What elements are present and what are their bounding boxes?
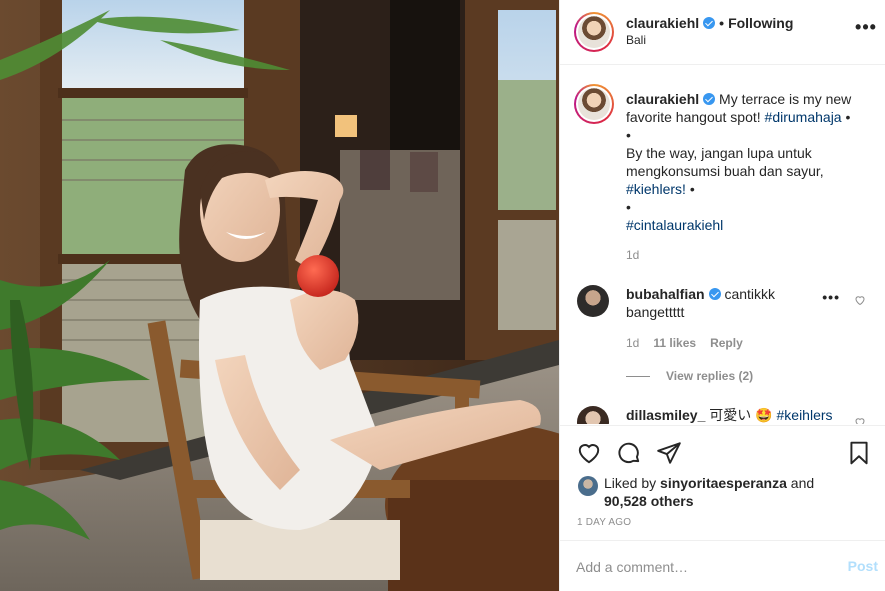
caption-text-1: My terrace is my new — [719, 91, 852, 107]
comment-input[interactable] — [576, 557, 826, 577]
comment-body-2: bangettttt — [626, 304, 685, 320]
verified-badge-icon — [708, 288, 721, 300]
comment-body: 可愛い — [709, 407, 752, 423]
comment-meta: 1d 11 likes Reply — [626, 336, 757, 350]
photo-illustration — [0, 0, 559, 591]
comment-time[interactable]: 1d — [626, 336, 639, 350]
likes-count[interactable]: 90,528 others — [604, 493, 694, 509]
hashtag-link[interactable]: #cintalaurakiehl — [626, 216, 866, 234]
liker-avatar[interactable] — [578, 476, 598, 496]
post-side-panel: claurakiehl • Following Bali ••• claurakie… — [559, 0, 885, 591]
hashtag-link[interactable]: #kiehlers! — [626, 181, 686, 197]
commenter-username[interactable]: bubahalfian — [626, 286, 705, 302]
caption-bullet-line: • — [626, 199, 631, 215]
post-location[interactable]: Bali — [626, 33, 646, 47]
liked-by-and: and — [790, 475, 815, 491]
comment-emoji: 🤩 — [755, 407, 773, 423]
comment-text: dillasmiley_ 可愛い 🤩 #keihlers — [626, 406, 856, 424]
post-photo[interactable] — [0, 0, 559, 591]
author-username[interactable]: claurakiehl — [626, 15, 699, 31]
caption-bullet: • — [845, 109, 851, 125]
caption-line-6: #kiehlers! • — [626, 180, 866, 198]
following-button[interactable]: Following — [728, 15, 793, 31]
hashtag-link[interactable]: #dirumahaja — [765, 109, 842, 125]
caption-bullet-line: • — [626, 127, 631, 143]
caption-text-2: favorite hangout spot! — [626, 109, 765, 125]
post-timestamp[interactable]: 1 DAY AGO — [577, 517, 631, 528]
caption-text-4: By the way, jangan lupa untuk — [626, 145, 812, 161]
caption-avatar[interactable] — [574, 84, 614, 124]
comment-heart-icon[interactable] — [854, 294, 866, 306]
commenter-avatar[interactable] — [577, 406, 609, 424]
reply-button[interactable]: Reply — [710, 336, 743, 350]
comment-icon[interactable] — [616, 440, 642, 466]
liked-by-prefix: Liked by — [604, 475, 657, 491]
verified-badge-icon — [703, 17, 716, 29]
commenter-username[interactable]: dillasmiley_ — [626, 407, 705, 423]
share-icon[interactable] — [656, 440, 682, 466]
post-actions: Liked by sinyoritaesperanza and 90,528 o… — [560, 425, 885, 540]
bookmark-icon[interactable] — [846, 440, 872, 466]
verified-badge-icon — [703, 93, 716, 105]
comment-heart-icon[interactable] — [854, 416, 866, 424]
add-comment-bar: Post — [560, 540, 885, 591]
comment-likes[interactable]: 11 likes — [653, 336, 696, 350]
author-avatar[interactable] — [574, 12, 614, 52]
comment-text: bubahalfian cantikkk bangettttt — [626, 285, 826, 321]
post-button[interactable]: Post — [848, 558, 878, 574]
hashtag-link[interactable]: #keihlers — [777, 407, 833, 423]
commenter-avatar[interactable] — [577, 285, 609, 317]
dot-separator: • — [719, 15, 725, 31]
header-user-line: claurakiehl • Following — [626, 15, 793, 31]
caption-text-5: mengkonsumsi buah dan sayur, — [626, 163, 824, 179]
post-caption: claurakiehl My terrace is my new favorit… — [626, 90, 866, 264]
caption-bullet: • — [689, 181, 695, 197]
more-options-icon[interactable]: ••• — [854, 18, 878, 42]
caption-username[interactable]: claurakiehl — [626, 91, 699, 107]
post-header: claurakiehl • Following Bali ••• — [560, 0, 885, 65]
comment-more-icon[interactable]: ••• — [822, 289, 840, 305]
comment-body-1: cantikkk — [724, 286, 776, 302]
heart-icon[interactable] — [576, 440, 602, 466]
liker-username[interactable]: sinyoritaesperanza — [660, 475, 787, 491]
caption-time[interactable]: 1d — [626, 246, 866, 264]
liked-by-text: Liked by sinyoritaesperanza and 90,528 o… — [604, 474, 844, 510]
caption-line-1: claurakiehl My terrace is my new — [626, 90, 866, 108]
caption-line-2: favorite hangout spot! #dirumahaja • — [626, 108, 866, 126]
comments-list[interactable]: claurakiehl My terrace is my new favorit… — [560, 66, 885, 424]
view-replies-button[interactable]: View replies (2) — [626, 369, 753, 383]
